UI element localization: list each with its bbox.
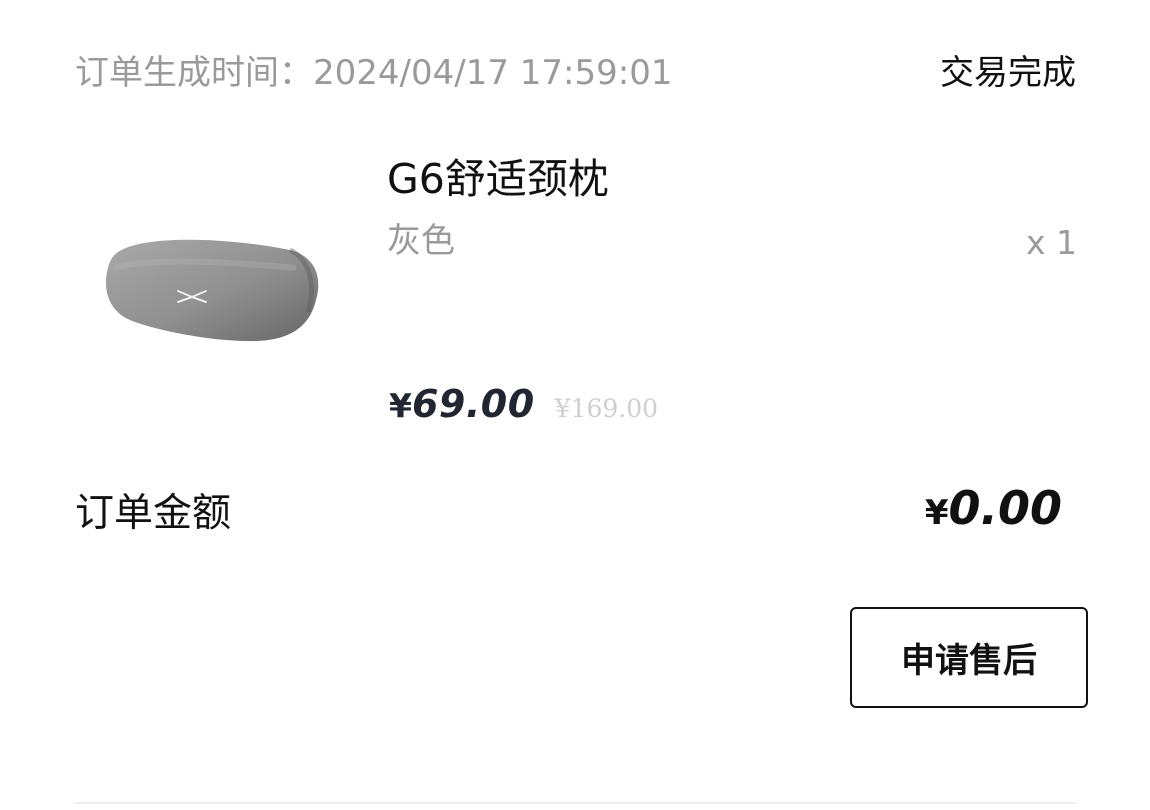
product-price: 69.00 — [411, 382, 535, 426]
product-name[interactable]: G6舒适颈枕 — [387, 152, 609, 206]
order-total-label: 订单金额 — [75, 491, 232, 536]
order-header: 订单生成时间：2024/04/17 17:59:01 交易完成 — [75, 48, 1076, 100]
product-image[interactable] — [100, 230, 326, 350]
total-currency-symbol: ¥ — [924, 493, 949, 533]
bottom-divider — [75, 802, 1076, 804]
product-variant: 灰色 — [387, 221, 455, 261]
order-time-value: 2024/04/17 17:59:01 — [313, 53, 673, 93]
order-total-amount: ¥0.00 — [925, 481, 1062, 535]
order-status: 交易完成 — [940, 53, 1076, 93]
apply-after-sale-button[interactable]: 申请售后 — [850, 607, 1088, 708]
product-original-price: ¥169.00 — [554, 394, 659, 423]
order-total-value: 0.00 — [948, 481, 1063, 535]
order-time: 订单生成时间：2024/04/17 17:59:01 — [75, 50, 672, 96]
product-price-row: ¥69.00 ¥169.00 — [389, 382, 658, 438]
order-time-label: 订单生成时间： — [75, 53, 313, 93]
product-quantity: x 1 — [1025, 223, 1077, 262]
neck-pillow-image — [105, 239, 319, 342]
price-currency-symbol: ¥ — [389, 386, 412, 425]
